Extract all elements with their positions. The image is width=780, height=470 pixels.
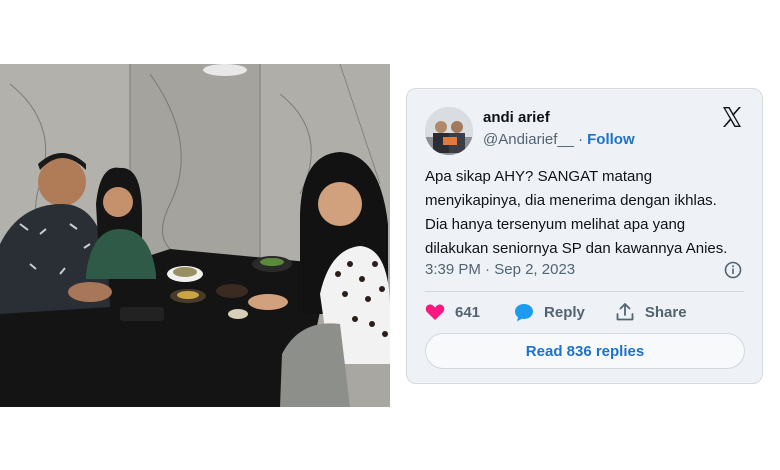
share-button[interactable]: Share (615, 302, 687, 322)
display-name[interactable]: andi arief (483, 109, 550, 126)
like-button[interactable]: 641 (425, 303, 480, 321)
share-upload-icon (616, 303, 634, 321)
like-count: 641 (455, 303, 481, 321)
divider (425, 291, 744, 292)
reply-button[interactable]: Reply (514, 303, 585, 322)
handle-row: @Andiarief__ · Follow (483, 131, 635, 148)
tweet-date: Sep 2, 2023 (494, 261, 576, 278)
tweet-time: 3:39 PM (425, 261, 481, 278)
tweet-text: Apa sikap AHY? SANGAT matang menyikapiny… (425, 168, 728, 257)
reply-label: Reply (544, 303, 585, 321)
speech-bubble-icon (515, 303, 534, 321)
follow-button[interactable]: Follow (587, 131, 635, 148)
info-icon[interactable] (724, 261, 742, 279)
x-logo-icon[interactable] (720, 105, 744, 129)
avatar[interactable] (425, 107, 473, 155)
heart-icon (425, 304, 445, 320)
restaurant-photo (0, 64, 390, 407)
tweet-actions: 641 Reply Share (425, 301, 687, 323)
handle[interactable]: @Andiarief__ (483, 131, 574, 148)
separator-dot: · (578, 131, 584, 148)
read-replies-button[interactable]: Read 836 replies (425, 333, 745, 369)
tweet-timestamp[interactable]: 3:39 PM · Sep 2, 2023 (425, 261, 575, 278)
share-label: Share (644, 303, 687, 321)
tweet-card: andi arief @Andiarief__ · Follow Apa sikap… (406, 88, 763, 384)
separator-dot: · (485, 261, 491, 278)
